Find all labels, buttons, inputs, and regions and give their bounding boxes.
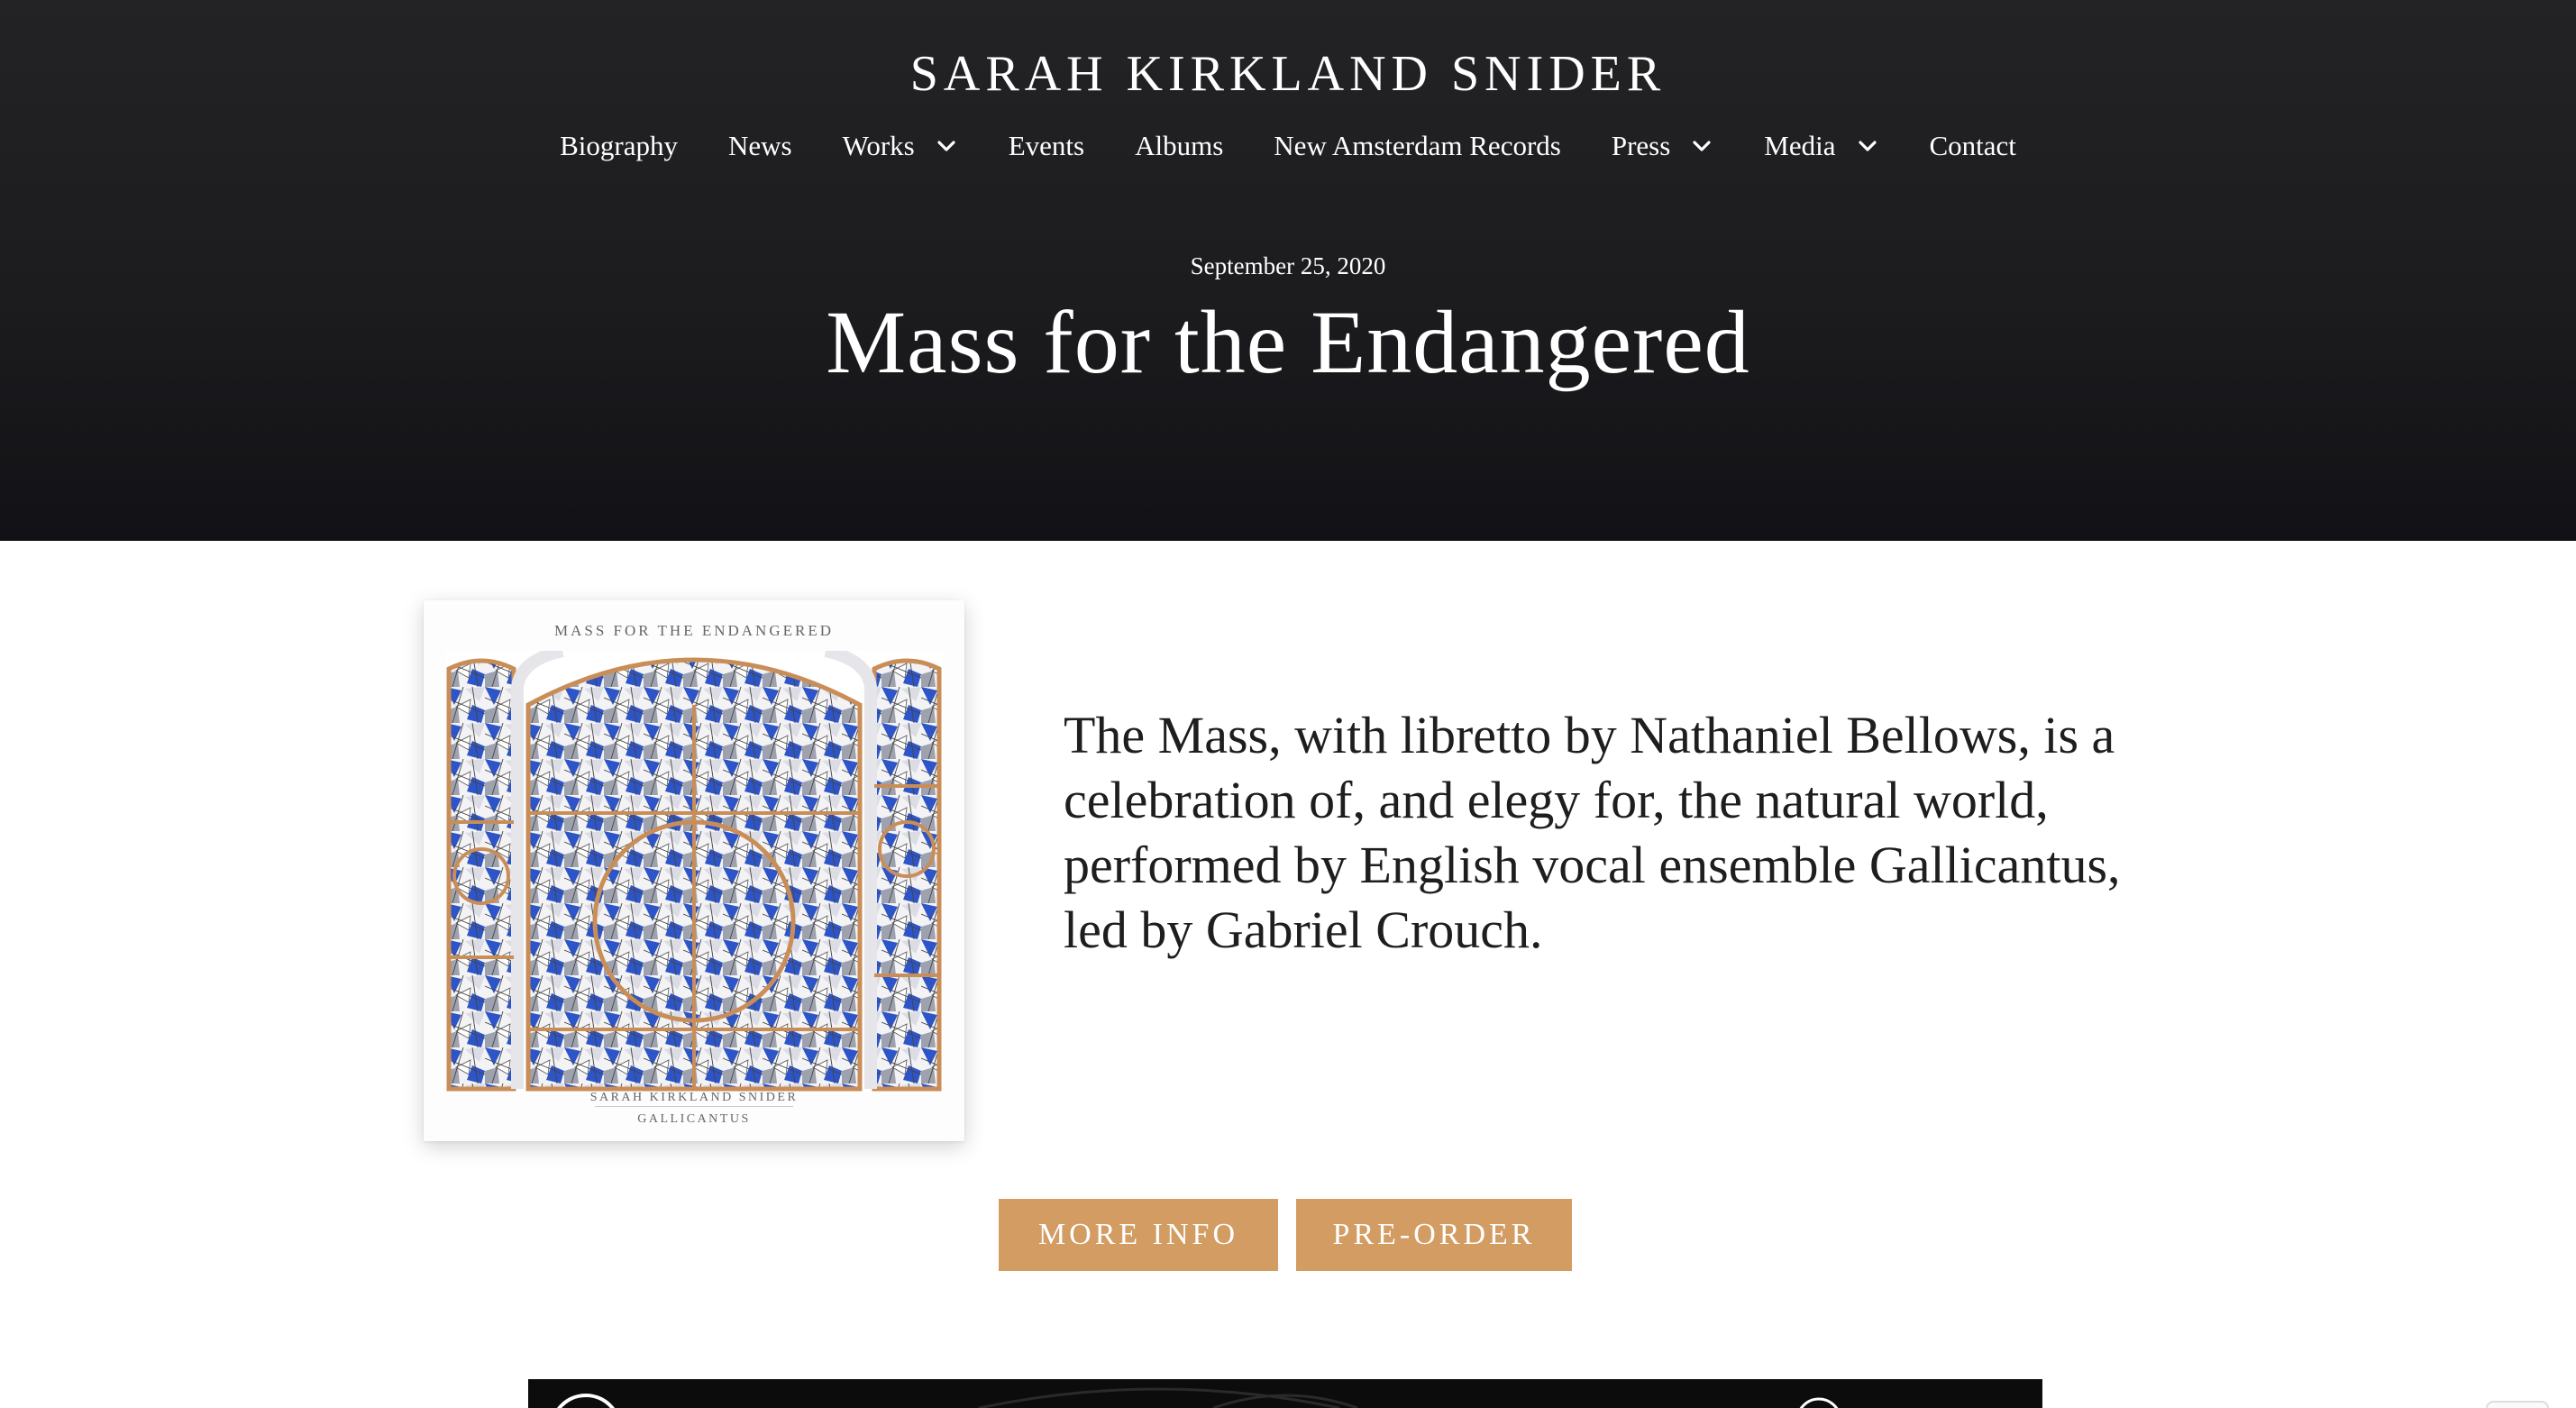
- nav-item-label: News: [727, 130, 792, 161]
- nav-item-label: Press: [1611, 130, 1671, 161]
- nav-item-label: Biography: [560, 130, 678, 161]
- nav-item-label: Contact: [1929, 130, 2016, 161]
- chevron-down-icon[interactable]: [1856, 134, 1879, 158]
- nav-item-label: Events: [1008, 130, 1085, 161]
- nav-item-news[interactable]: News: [728, 130, 792, 162]
- page-title: Mass for the Endangered: [826, 292, 1750, 392]
- cover-divider: [595, 1106, 793, 1107]
- nav-item-press[interactable]: Press: [1612, 130, 1713, 162]
- cover-ensemble: GALLICANTUS: [637, 1112, 751, 1126]
- nav-item-media[interactable]: Media: [1764, 130, 1878, 162]
- cover-title: MASS FOR THE ENDANGERED: [553, 622, 834, 639]
- nav-item-contact[interactable]: Contact: [1930, 130, 2016, 162]
- nav-item-albums[interactable]: Albums: [1135, 130, 1223, 162]
- post-intro: The Mass, with libretto by Nathaniel Bel…: [1064, 706, 2121, 959]
- site-header: SARAH KIRKLAND SNIDER Biography News Wor…: [0, 0, 2576, 541]
- more-info-button[interactable]: MORE INFO: [999, 1199, 1278, 1271]
- chevron-down-icon[interactable]: [935, 134, 958, 158]
- nav-item-events[interactable]: Events: [1009, 130, 1084, 162]
- video-embed[interactable]: [528, 1379, 2042, 1408]
- nav-item-label: Albums: [1135, 130, 1224, 161]
- album-cover[interactable]: MASS FOR THE ENDANGERED SARAH KIRKLAND S…: [424, 600, 964, 1141]
- main-nav: Biography News Works Events Albums New A…: [0, 119, 2576, 173]
- nav-item-label: Media: [1764, 130, 1836, 161]
- nav-item-new-amsterdam-records[interactable]: New Amsterdam Records: [1274, 130, 1561, 162]
- chevron-down-icon[interactable]: [1690, 134, 1713, 158]
- post-date: September 25, 2020: [1190, 252, 1386, 279]
- nav-item-label: Works: [842, 130, 915, 161]
- stained-glass-artwork: [445, 651, 943, 1093]
- site-title[interactable]: SARAH KIRKLAND SNIDER: [0, 40, 2576, 108]
- cover-artist: SARAH KIRKLAND SNIDER: [589, 1091, 799, 1104]
- pre-order-button[interactable]: PRE-ORDER: [1296, 1199, 1572, 1271]
- nav-item-label: New Amsterdam Records: [1274, 130, 1561, 161]
- nav-item-biography[interactable]: Biography: [560, 130, 678, 162]
- floating-widget-tab[interactable]: [2486, 1401, 2549, 1408]
- nav-item-works[interactable]: Works: [843, 130, 958, 162]
